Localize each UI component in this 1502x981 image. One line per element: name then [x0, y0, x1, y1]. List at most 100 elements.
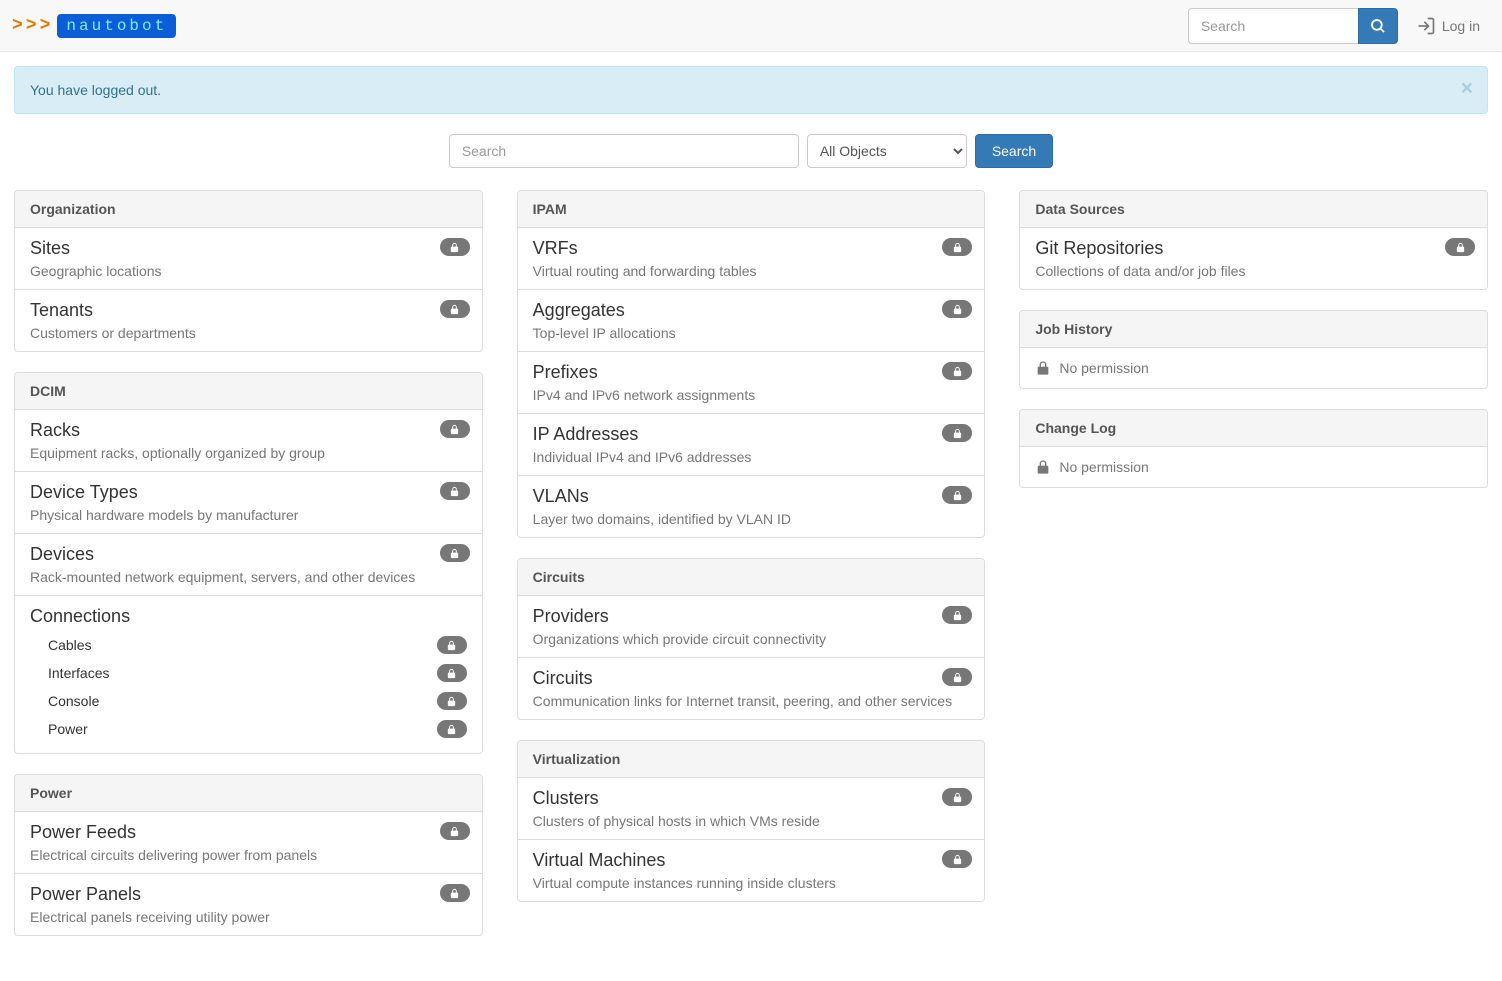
lock-badge [437, 692, 467, 710]
list-item-link[interactable]: Tenants [30, 300, 93, 320]
list-item-desc: IPv4 and IPv6 network assignments [533, 387, 970, 403]
sublist-item: Console [48, 687, 467, 715]
dashboard-columns: Organization Sites Geographic locations Ten… [14, 190, 1488, 936]
logo[interactable]: >>> nautobot [12, 14, 176, 38]
lock-icon [952, 366, 963, 377]
list-item-link[interactable]: Virtual Machines [533, 850, 666, 870]
lock-badge [440, 420, 470, 438]
nav-search-button[interactable] [1358, 8, 1398, 44]
list-item-title: Sites [30, 238, 467, 259]
lock-icon [449, 424, 460, 435]
list-item-desc: Geographic locations [30, 263, 467, 279]
list-item: Git Repositories Collections of data and/… [1020, 228, 1487, 289]
list-item-link[interactable]: Circuits [533, 668, 593, 688]
list-item-title: Connections [30, 606, 467, 627]
list-item: DevicesRack-mounted network equipment, s… [15, 534, 482, 596]
lock-icon [1035, 459, 1051, 475]
lock-badge [942, 300, 972, 318]
alert-close-button[interactable]: × [1461, 77, 1473, 101]
logout-alert: You have logged out. × [14, 66, 1488, 114]
lock-badge [440, 300, 470, 318]
lock-icon [449, 242, 460, 253]
lock-badge [437, 664, 467, 682]
sublist-link[interactable]: Interfaces [48, 665, 109, 681]
list-item-link[interactable]: Connections [30, 606, 130, 626]
lock-badge [440, 544, 470, 562]
list-item-link[interactable]: VRFs [533, 238, 578, 258]
list-item-link[interactable]: Power Feeds [30, 822, 136, 842]
list-item: Providers Organizations which provide cir… [518, 596, 985, 658]
list-item-link[interactable]: Providers [533, 606, 609, 626]
alert-message: You have logged out. [30, 82, 161, 98]
lock-icon [449, 826, 460, 837]
sublist-item: Cables [48, 631, 467, 659]
panel-heading: Data Sources [1020, 191, 1487, 228]
list-item-desc: Collections of data and/or job files [1035, 263, 1472, 279]
list-item-desc: Individual IPv4 and IPv6 addresses [533, 449, 970, 465]
panel: Virtualization Clusters Clusters of physic… [517, 740, 986, 902]
lock-badge [942, 668, 972, 686]
list-item-title: Power Panels [30, 884, 467, 905]
panel-heading: Virtualization [518, 741, 985, 778]
lock-icon [952, 610, 963, 621]
panel-heading: Power [15, 775, 482, 812]
lock-badge [942, 238, 972, 256]
lock-icon [446, 640, 457, 651]
lock-badge [1445, 238, 1475, 256]
lock-icon [449, 486, 460, 497]
lock-icon [952, 854, 963, 865]
lock-badge [942, 788, 972, 806]
list-item-link[interactable]: Git Repositories [1035, 238, 1163, 258]
lock-icon [446, 668, 457, 679]
sublist-item: Interfaces [48, 659, 467, 687]
sublist-link[interactable]: Cables [48, 637, 92, 653]
list-item: AggregatesTop-level IP allocations [518, 290, 985, 352]
list-item: Power PanelsElectrical panels receiving … [15, 874, 482, 935]
list-item-link[interactable]: Clusters [533, 788, 599, 808]
list-item-link[interactable]: IP Addresses [533, 424, 639, 444]
lock-icon [952, 490, 963, 501]
panel: DCIMRacksEquipment racks, optionally org… [14, 372, 483, 754]
lock-icon [449, 888, 460, 899]
main-search-button[interactable]: Search [975, 134, 1053, 168]
dashboard-column: Organization Sites Geographic locations Ten… [14, 190, 483, 936]
list-item-link[interactable]: Device Types [30, 482, 138, 502]
main-search-input[interactable] [449, 134, 799, 168]
list-item-desc: Clusters of physical hosts in which VMs … [533, 813, 970, 829]
lock-icon [952, 792, 963, 803]
list-item-link[interactable]: Prefixes [533, 362, 598, 382]
sublist-link[interactable]: Power [48, 721, 88, 737]
list-item-link[interactable]: Devices [30, 544, 94, 564]
navbar: >>> nautobot Log in [0, 0, 1502, 52]
empty-text: No permission [1059, 360, 1148, 376]
lock-badge [437, 720, 467, 738]
navbar-left: >>> nautobot [12, 14, 176, 38]
lock-badge [942, 486, 972, 504]
sublist-link[interactable]: Console [48, 693, 99, 709]
lock-badge [440, 822, 470, 840]
panel-empty: No permission [1020, 348, 1487, 388]
list-item: Power FeedsElectrical circuits deliverin… [15, 812, 482, 874]
list-item-title: VLANs [533, 486, 970, 507]
lock-badge [440, 238, 470, 256]
list-item: Device TypesPhysical hardware models by … [15, 472, 482, 534]
list-item-link[interactable]: Racks [30, 420, 80, 440]
dashboard-column: Data Sources Git Repositories Collections … [1019, 190, 1488, 488]
list-item-title: Clusters [533, 788, 970, 809]
list-item-link[interactable]: Aggregates [533, 300, 625, 320]
lock-badge [440, 482, 470, 500]
list-item-desc: Equipment racks, optionally organized by… [30, 445, 467, 461]
list-item-link[interactable]: Power Panels [30, 884, 141, 904]
list-item-link[interactable]: VLANs [533, 486, 589, 506]
nav-search-input[interactable] [1188, 8, 1358, 44]
sublist: Cables Interfaces Console Power [30, 631, 467, 743]
list-item-desc: Organizations which provide circuit conn… [533, 631, 970, 647]
lock-icon [446, 724, 457, 735]
panel-heading: Organization [15, 191, 482, 228]
login-link[interactable]: Log in [1406, 8, 1490, 44]
empty-text: No permission [1059, 459, 1148, 475]
list-item: Connections Cables Interfaces Console Power [15, 596, 482, 753]
list-item-link[interactable]: Sites [30, 238, 70, 258]
main-search-scope-select[interactable]: All Objects [807, 134, 967, 168]
list-item-title: Aggregates [533, 300, 970, 321]
